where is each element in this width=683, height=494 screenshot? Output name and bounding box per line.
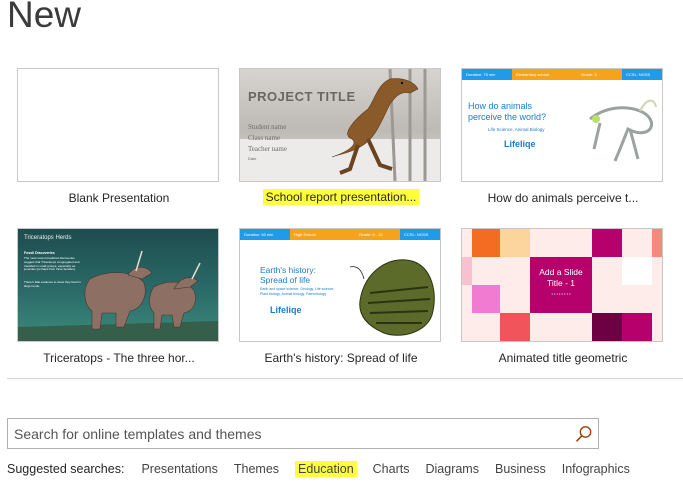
info-bar-duration: Duration: 50 min (240, 229, 290, 240)
template-triceratops[interactable]: Triceratops Herds Fossil Discoveries The… (17, 228, 221, 368)
student-name: Student name (248, 123, 287, 131)
slide-subtitle: Life Science, Animal Biology (488, 127, 545, 132)
chameleon-skeleton-image (589, 99, 657, 162)
template-earths-history[interactable]: Duration: 50 min High School Grade: 9 - … (239, 228, 443, 368)
thumbnail-blank[interactable] (17, 68, 219, 182)
thumbnail-school-report[interactable]: PROJECT TITLE Student name Class name Te… (239, 68, 441, 182)
suggest-diagrams[interactable]: Diagrams (425, 462, 479, 476)
lifeliqe-logo: Lifeliqe (270, 305, 302, 315)
trilobite-image (349, 259, 435, 336)
suggest-business[interactable]: Business (495, 462, 546, 476)
teacher-name: Teacher name (248, 145, 287, 153)
triceratops-image (18, 250, 218, 341)
search-icon[interactable] (574, 424, 594, 444)
template-label: How do animals perceive t... (487, 191, 639, 205)
template-label: Animated title geometric (498, 351, 628, 365)
class-name: Class name (248, 134, 281, 142)
info-bar-grade: Grade: 9 - 12 (355, 229, 400, 240)
thumbnail-earths-history[interactable]: Duration: 50 min High School Grade: 9 - … (239, 228, 441, 342)
info-bar-school: Elementary school (512, 69, 577, 80)
project-title: PROJECT TITLE (248, 89, 356, 104)
title-dots: • • • • • • • • (551, 291, 571, 296)
suggest-education[interactable]: Education (295, 461, 357, 477)
section-divider (7, 378, 683, 379)
template-animals-perceive[interactable]: Duration: 75 min Elementary school Grade… (461, 68, 665, 208)
info-bar-school: High School (290, 229, 355, 240)
info-bar-standard: CCSL: NGSS (622, 69, 662, 80)
template-school-report[interactable]: PROJECT TITLE Student name Class name Te… (239, 68, 443, 208)
suggested-label: Suggested searches: (7, 462, 125, 476)
suggest-infographics[interactable]: Infographics (562, 462, 630, 476)
info-bar-standard: CCSL: NGSS (400, 229, 440, 240)
template-label: School report presentation... (239, 189, 443, 205)
info-bar-grade: Grade: 3 (577, 69, 622, 80)
slide-subtitle: Earth and space science, Geology, Life s… (260, 287, 335, 296)
suggested-searches: Suggested searches: Presentations Themes… (7, 460, 646, 478)
search-box[interactable] (7, 418, 599, 449)
template-animated-geometric[interactable]: Add a Slide Title - 1 • • • • • • • • An… (461, 228, 665, 368)
template-label: Triceratops - The three hor... (43, 351, 195, 365)
thumbnail-animals-perceive[interactable]: Duration: 75 min Elementary school Grade… (461, 68, 663, 182)
suggest-presentations[interactable]: Presentations (141, 462, 217, 476)
slide-heading: Earth's history: Spread of life (260, 265, 316, 285)
lifeliqe-logo: Lifeliqe (504, 139, 536, 149)
thumbnail-animated-geometric[interactable]: Add a Slide Title - 1 • • • • • • • • (461, 228, 663, 342)
suggest-charts[interactable]: Charts (373, 462, 410, 476)
template-blank[interactable]: Blank Presentation (17, 68, 221, 208)
highlighted-suggestion: Education (295, 461, 357, 477)
slide-title: Add a Slide Title - 1 (539, 267, 583, 288)
date-text: Date (248, 156, 257, 161)
suggest-themes[interactable]: Themes (234, 462, 279, 476)
slide-heading: How do animals perceive the world? (468, 101, 547, 122)
search-input[interactable] (14, 424, 564, 444)
info-bar-duration: Duration: 75 min (462, 69, 512, 80)
page-title: New (7, 0, 82, 35)
template-label: Blank Presentation (68, 191, 170, 205)
template-label: Earth's history: Spread of life (264, 351, 418, 365)
thumbnail-triceratops[interactable]: Triceratops Herds Fossil Discoveries The… (17, 228, 219, 342)
highlighted-label: School report presentation... (262, 189, 420, 205)
